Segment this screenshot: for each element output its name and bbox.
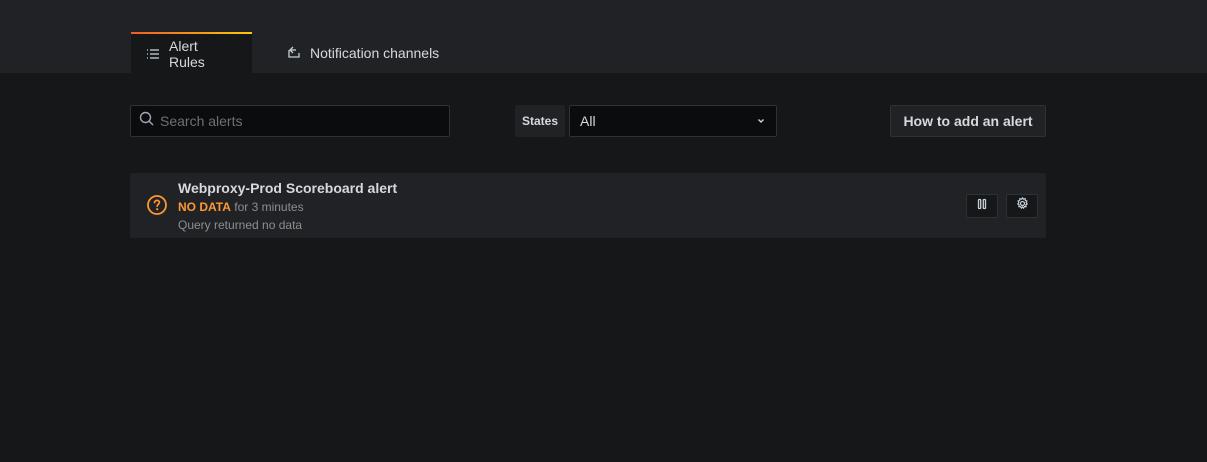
tab-label: Alert Rules <box>169 37 205 70</box>
cog-icon <box>1016 196 1029 215</box>
tab-bar: Alert Rules Notification channels <box>131 32 454 73</box>
alert-state-line: NO DATA for 3 minutes <box>178 200 304 214</box>
search-box <box>130 105 450 137</box>
tab-label: Notification channels <box>310 44 440 61</box>
chevron-down-icon <box>756 113 766 129</box>
search-icon <box>139 111 154 131</box>
states-selected-value: All <box>580 113 596 129</box>
states-label: States <box>515 105 565 137</box>
states-select[interactable]: All <box>569 105 777 137</box>
search-input[interactable] <box>160 113 440 129</box>
alert-state: NO DATA <box>178 200 231 214</box>
question-circle-icon <box>146 194 168 216</box>
tab-notification-channels[interactable]: Notification channels <box>272 32 454 73</box>
tab-alert-rules[interactable]: Alert Rules <box>131 32 252 73</box>
alert-duration: for 3 minutes <box>234 200 304 214</box>
alert-name-link[interactable]: Webproxy-Prod Scoreboard alert <box>178 180 397 196</box>
comment-alt-share-icon <box>287 46 301 60</box>
list-icon <box>146 47 160 61</box>
page-header: Alert Rules Notification channels <box>0 0 1207 73</box>
how-to-add-alert-button[interactable]: How to add an alert <box>890 105 1046 137</box>
pause-alert-button[interactable] <box>966 194 998 218</box>
alert-info: Query returned no data <box>178 218 303 232</box>
alert-rule-row: Webproxy-Prod Scoreboard alert NO DATA f… <box>130 173 1046 238</box>
pause-icon <box>976 197 988 215</box>
edit-alert-button[interactable] <box>1006 194 1038 218</box>
